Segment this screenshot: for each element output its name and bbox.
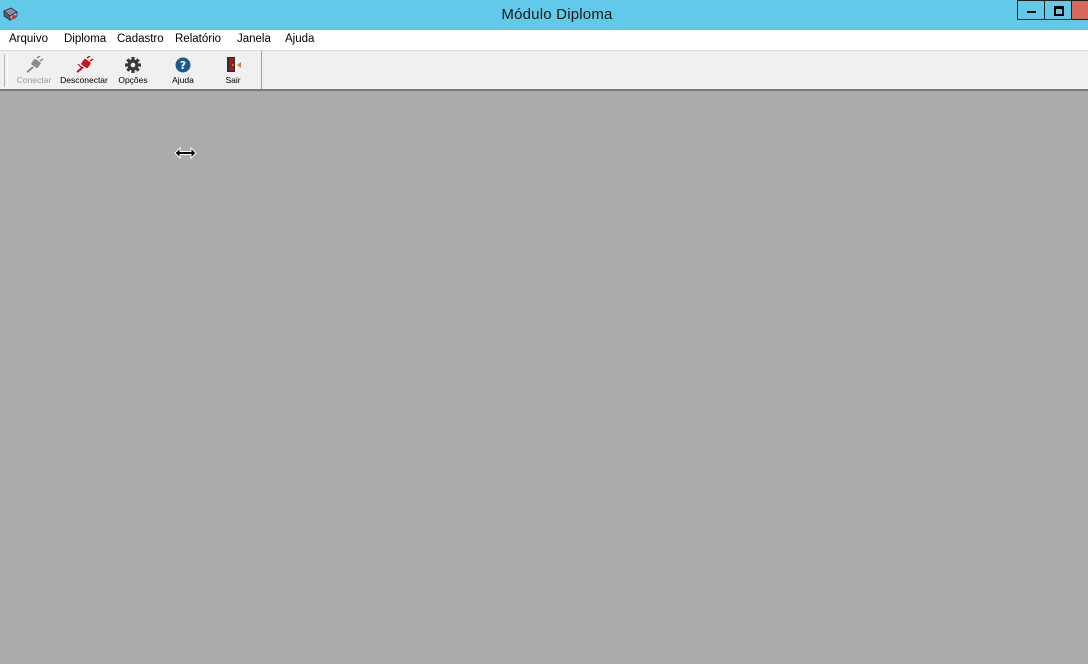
plug-disconnect-icon: [76, 56, 94, 73]
exit-button[interactable]: Sair: [208, 53, 258, 87]
menu-diploma[interactable]: Diploma: [64, 30, 106, 50]
menu-relatorio[interactable]: Relatório: [175, 30, 221, 50]
close-button[interactable]: [1071, 0, 1088, 20]
disconnect-button[interactable]: Desconectar: [59, 53, 109, 87]
toolbar-separator: [261, 51, 262, 89]
help-icon: ?: [175, 57, 191, 73]
menu-bar: Arquivo Diploma Cadastro Relatório Janel…: [0, 30, 1088, 51]
menu-arquivo[interactable]: Arquivo: [9, 30, 48, 50]
options-label: Opções: [118, 75, 148, 85]
menu-cadastro[interactable]: Cadastro: [117, 30, 164, 50]
help-label: Ajuda: [172, 75, 194, 85]
connect-label: Conectar: [16, 75, 52, 85]
horizontal-resize-cursor-icon: [174, 147, 197, 159]
exit-door-icon: [227, 57, 241, 72]
connect-button[interactable]: Conectar: [9, 53, 59, 87]
minimize-button[interactable]: [1017, 0, 1045, 20]
toolbar-grip[interactable]: [4, 54, 8, 87]
title-bar[interactable]: Módulo Diploma: [0, 0, 1088, 30]
window-title: Módulo Diploma: [501, 6, 613, 23]
exit-label: Sair: [225, 75, 241, 85]
mdi-workspace[interactable]: [0, 91, 1088, 664]
toolbar: Conectar Desconectar Opções ? Ajuda Sair: [0, 51, 1088, 91]
main-window: Módulo Diploma Arquivo Diploma Cadastro …: [0, 0, 1088, 664]
minimize-icon: [1027, 11, 1036, 13]
plug-connect-icon: [26, 56, 44, 73]
help-button[interactable]: ? Ajuda: [158, 53, 208, 87]
maximize-button[interactable]: [1044, 0, 1072, 20]
svg-text:?: ?: [180, 59, 186, 72]
disconnect-label: Desconectar: [60, 75, 108, 85]
menu-janela[interactable]: Janela: [237, 30, 271, 50]
gear-icon: [125, 57, 141, 73]
menu-ajuda[interactable]: Ajuda: [285, 30, 314, 50]
maximize-icon: [1054, 6, 1064, 16]
options-button[interactable]: Opções: [108, 53, 158, 87]
